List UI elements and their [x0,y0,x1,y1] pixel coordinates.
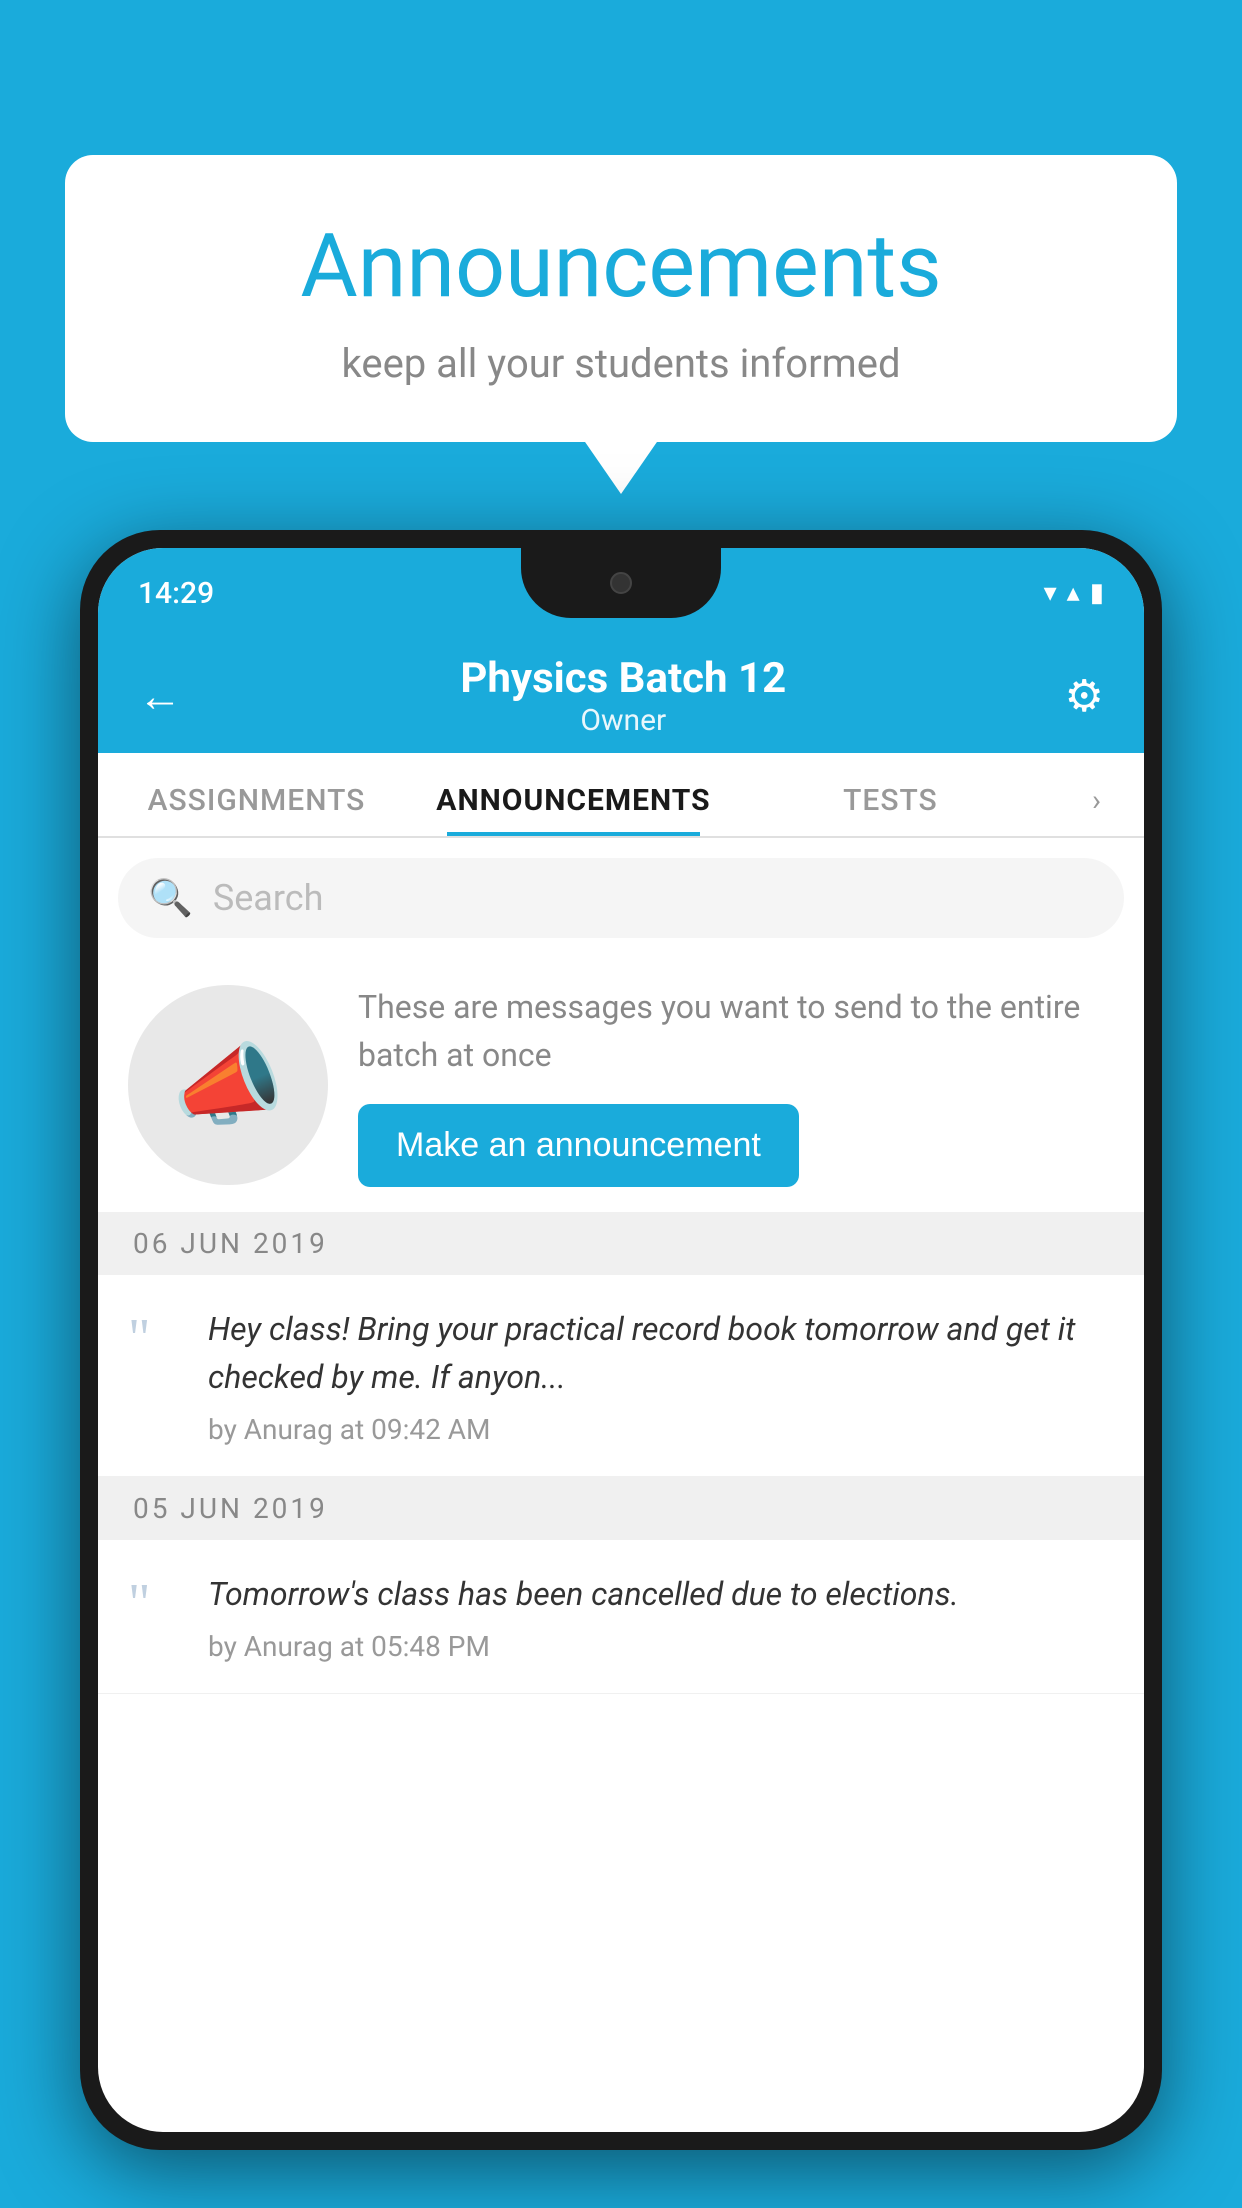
notch [521,548,721,618]
announcement-text-1: Hey class! Bring your practical record b… [208,1305,1114,1401]
battery-icon: ▮ [1090,578,1104,608]
phone-screen: 14:29 ▾ ▴ ▮ ← Physics Batch 12 Owner ⚙ [98,548,1144,2132]
announcement-content-1: Hey class! Bring your practical record b… [208,1305,1114,1446]
settings-icon[interactable]: ⚙ [1065,670,1104,722]
back-button[interactable]: ← [138,670,182,722]
promo-text-area: These are messages you want to send to t… [358,983,1114,1187]
tab-announcements[interactable]: ANNOUNCEMENTS [415,783,732,836]
batch-name: Physics Batch 12 [460,654,786,703]
signal-icon: ▴ [1067,578,1080,608]
announcement-content-2: Tomorrow's class has been cancelled due … [208,1570,1114,1663]
promo-block: 📣 These are messages you want to send to… [98,958,1144,1212]
make-announcement-button[interactable]: Make an announcement [358,1104,799,1187]
speech-bubble-title: Announcements [105,215,1137,318]
phone-outer: 14:29 ▾ ▴ ▮ ← Physics Batch 12 Owner ⚙ [80,530,1162,2150]
phone: 14:29 ▾ ▴ ▮ ← Physics Batch 12 Owner ⚙ [80,530,1162,2208]
status-icons: ▾ ▴ ▮ [1044,578,1104,608]
wifi-icon: ▾ [1044,578,1057,608]
search-icon: 🔍 [148,877,193,919]
speech-bubble: Announcements keep all your students inf… [65,155,1177,442]
search-bar[interactable]: 🔍 Search [118,858,1124,938]
tabs: ASSIGNMENTS ANNOUNCEMENTS TESTS › [98,753,1144,838]
header-title: Physics Batch 12 Owner [460,654,786,738]
owner-label: Owner [460,703,786,738]
promo-description: These are messages you want to send to t… [358,983,1114,1079]
status-bar: 14:29 ▾ ▴ ▮ [98,548,1144,638]
tab-tests[interactable]: TESTS [732,783,1049,836]
tab-more[interactable]: › [1049,783,1144,836]
speech-bubble-container: Announcements keep all your students inf… [65,155,1177,442]
speech-bubble-subtitle: keep all your students informed [105,340,1137,387]
announcement-author-1: by Anurag at 09:42 AM [208,1413,1114,1446]
announcement-item-1[interactable]: " Hey class! Bring your practical record… [98,1275,1144,1477]
announcement-item-2[interactable]: " Tomorrow's class has been cancelled du… [98,1540,1144,1694]
tab-assignments[interactable]: ASSIGNMENTS [98,783,415,836]
search-placeholder: Search [213,877,324,919]
quote-icon-1: " [128,1310,183,1365]
status-time: 14:29 [138,576,214,611]
announcement-author-2: by Anurag at 05:48 PM [208,1630,1114,1663]
app-header: ← Physics Batch 12 Owner ⚙ [98,638,1144,753]
megaphone-icon: 📣 [172,1033,284,1138]
quote-icon-2: " [128,1575,183,1630]
date-separator-1: 06 JUN 2019 [98,1212,1144,1275]
announcement-text-2: Tomorrow's class has been cancelled due … [208,1570,1114,1618]
promo-icon-circle: 📣 [128,985,328,1185]
date-separator-2: 05 JUN 2019 [98,1477,1144,1540]
camera [610,572,632,594]
